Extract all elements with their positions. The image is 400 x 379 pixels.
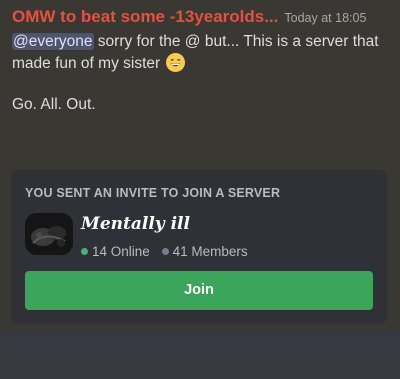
server-invite-card: YOU SENT AN INVITE TO JOIN A SERVER Ment…	[11, 170, 387, 323]
chat-bottom-area	[0, 330, 400, 379]
message: OMW to beat some -13yearolds... Today at …	[0, 0, 400, 330]
server-stats: 14 Online 41 Members	[81, 244, 248, 259]
members-status-icon	[161, 248, 169, 255]
timestamp: Today at 18:05	[284, 11, 367, 25]
online-status-icon	[81, 248, 88, 255]
message-text: @everyone sorry for the @ but... This is…	[12, 31, 390, 75]
message-header: OMW to beat some -13yearolds... Today at …	[12, 7, 392, 27]
join-button[interactable]: Join	[25, 271, 373, 310]
invite-heading: YOU SENT AN INVITE TO JOIN A SERVER	[25, 186, 281, 200]
username[interactable]: OMW to beat some -13yearolds...	[12, 7, 278, 26]
member-count: 41 Members	[172, 244, 248, 259]
online-count: 14 Online	[92, 244, 150, 259]
everyone-mention[interactable]: @everyone	[12, 33, 94, 50]
server-icon[interactable]	[25, 213, 73, 255]
grinning-face-icon	[166, 53, 186, 72]
message-line-2: Go. All. Out.	[12, 96, 96, 113]
server-name[interactable]: Mentally ill	[81, 214, 190, 234]
